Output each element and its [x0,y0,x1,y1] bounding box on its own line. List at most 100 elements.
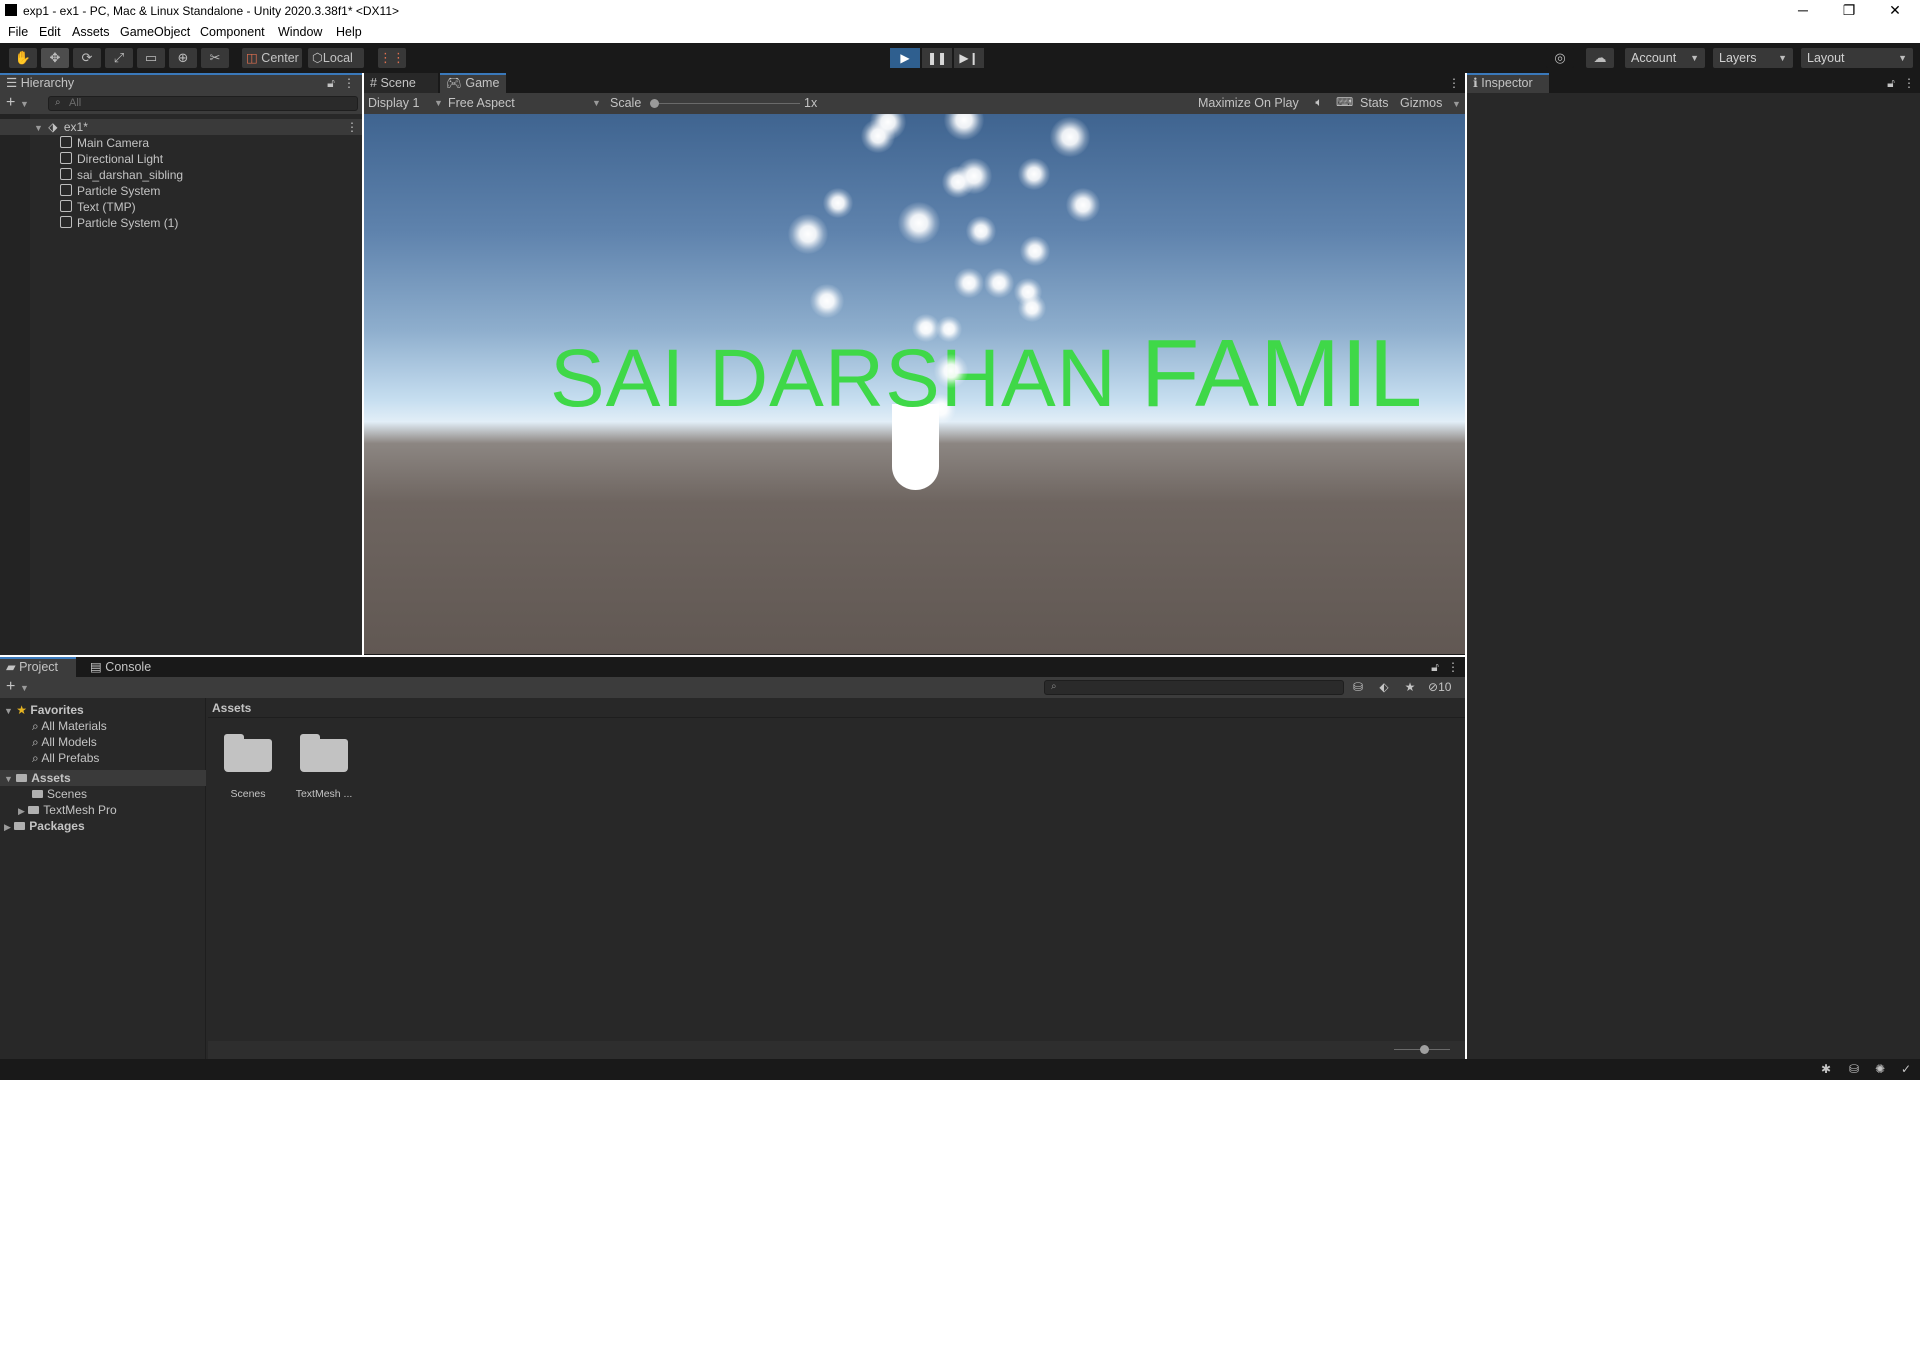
list-item[interactable]: ⌕ All Materials [32,718,107,734]
list-item[interactable]: ⌕ All Models [32,734,97,750]
chevron-down-icon[interactable]: ▼ [20,99,29,109]
particle [788,214,828,254]
menu-window[interactable]: Window [278,25,322,39]
tab-game[interactable]: 🎮︎ Game [440,73,506,93]
cache-server-icon[interactable]: ⛁ [1846,1062,1862,1076]
expand-triangle-icon[interactable]: ▼ [4,774,13,784]
list-item[interactable]: Directional Light [60,151,163,167]
particle [898,202,940,244]
tab-console[interactable]: ▤ Console [84,657,164,677]
favorite-star-icon[interactable]: ★ [1402,680,1418,694]
chevron-down-icon[interactable]: ▼ [1452,99,1461,109]
lock-icon[interactable]: 🔓︎ [1428,660,1442,675]
list-item[interactable]: Text (TMP) [60,199,136,215]
menu-gameobject[interactable]: GameObject [120,25,190,39]
gizmos-toggle[interactable]: Gizmos [1400,95,1442,112]
particle [1018,294,1046,322]
unity-scene-icon: ⬗ [48,120,58,134]
keyboard-icon[interactable]: ⌨ [1336,95,1353,109]
layout-dropdown[interactable]: Layout ▼ [1801,48,1913,68]
list-item[interactable]: ⌕ All Prefabs [32,750,99,766]
hierarchy-search-input[interactable]: ⌕ All [48,96,358,111]
rotate-tool-icon[interactable]: ⟳ [73,48,101,68]
chevron-down-icon[interactable]: ▼ [20,683,29,693]
icon-size-slider-handle[interactable] [1420,1045,1429,1054]
transform-tool-icon[interactable]: ⊕ [169,48,197,68]
game-view-render[interactable]: SAI DARSHAN FAMIL [364,114,1465,654]
menu-assets[interactable]: Assets [72,25,110,39]
menu-file[interactable]: File [8,25,28,39]
auto-generate-lighting-icon[interactable]: ✺ [1872,1062,1888,1076]
list-item[interactable]: sai_darshan_sibling [60,167,183,183]
particle [1020,236,1050,266]
grid-icon: # [370,76,377,90]
list-item[interactable]: Main Camera [60,135,149,151]
maximize-on-play-toggle[interactable]: Maximize On Play [1198,95,1299,112]
account-label: Account [1631,51,1677,65]
expand-triangle-icon[interactable]: ▼ [4,706,13,716]
expand-triangle-icon[interactable]: ▶ [18,806,25,816]
kebab-menu-icon[interactable]: ⋮ [346,119,358,135]
favorites-row[interactable]: ▼ ★ Favorites [4,702,84,718]
pivot-center-toggle[interactable]: ◫ Center [242,48,302,68]
menu-bar: File Edit Assets GameObject Component Wi… [0,22,1920,43]
restore-button[interactable]: ❐ [1826,0,1872,22]
scene-row[interactable]: ▼ ⬗ ex1* ⋮ [0,119,362,135]
play-button[interactable]: ▶ [890,48,920,68]
menu-edit[interactable]: Edit [39,25,61,39]
kebab-menu-icon[interactable]: ⋮ [1902,76,1916,90]
tab-scene[interactable]: # Scene [364,73,438,93]
filter-by-type-icon[interactable]: ⛁ [1350,680,1366,694]
hidden-packages-toggle[interactable]: ⊘10 [1428,680,1451,694]
hierarchy-tab-label: Hierarchy [20,76,75,90]
stats-toggle[interactable]: Stats [1360,95,1389,112]
grid-snap-icon[interactable]: ⋮⋮ [378,48,406,68]
kebab-menu-icon[interactable]: ⋮ [1448,76,1460,90]
custom-tool-icon[interactable]: ✂ [201,48,229,68]
tab-inspector[interactable]: ℹ Inspector [1467,73,1549,93]
list-item[interactable]: ▶ TextMesh Pro [18,802,117,818]
lock-icon[interactable]: 🔓︎ [1884,76,1898,91]
pause-button[interactable]: ❚❚ [922,48,952,68]
aspect-label: Free Aspect [448,96,515,110]
scale-slider-handle[interactable] [650,99,659,108]
menu-help[interactable]: Help [336,25,362,39]
collab-icon[interactable]: ◎ [1546,48,1574,68]
expand-triangle-icon[interactable]: ▼ [34,123,43,133]
project-search-input[interactable]: ⌕ [1044,680,1344,695]
progress-check-icon[interactable]: ✓ [1898,1062,1914,1076]
game-toolbar: Display 1 ▼ Free Aspect ▼ Scale 1x Maxim… [364,93,1465,114]
assets-row[interactable]: ▼ Assets [0,770,206,786]
list-item[interactable]: Particle System [60,183,160,199]
display-dropdown[interactable]: Display 1 ▼ [368,95,444,112]
scale-tool-icon[interactable]: ⤢ [105,48,133,68]
aspect-dropdown[interactable]: Free Aspect ▼ [448,95,602,112]
list-item[interactable]: Particle System (1) [60,215,178,231]
rect-tool-icon[interactable]: ▭ [137,48,165,68]
step-button[interactable]: ▶❙ [954,48,984,68]
hand-tool-icon[interactable]: ✋ [9,48,37,68]
packages-row[interactable]: ▶ Packages [4,818,85,834]
kebab-menu-icon[interactable]: ⋮ [1446,660,1460,674]
pivot-space-toggle[interactable]: ⬡Local [308,48,364,68]
tab-hierarchy[interactable]: ☰ Hierarchy [0,73,362,93]
cloud-icon[interactable]: ☁ [1586,48,1614,68]
move-tool-icon[interactable]: ✥ [41,48,69,68]
expand-triangle-icon[interactable]: ▶ [4,822,11,832]
create-button[interactable]: + [6,94,15,112]
breadcrumb-assets[interactable]: Assets [212,701,251,715]
mute-audio-icon[interactable]: 🔈︎ [1312,95,1326,110]
minimize-button[interactable]: ─ [1780,0,1826,22]
filter-by-label-icon[interactable]: ⬖ [1376,680,1392,694]
layers-dropdown[interactable]: Layers ▼ [1713,48,1793,68]
lock-icon[interactable]: 🔓︎ [324,76,338,91]
debug-icon[interactable]: ✱ [1818,1062,1834,1076]
create-asset-button[interactable]: + [6,678,15,696]
menu-component[interactable]: Component [200,25,265,39]
list-item[interactable]: Scenes [32,786,87,802]
scale-slider-track[interactable] [654,103,800,104]
tab-project[interactable]: ▰ Project [0,657,76,677]
close-window-button[interactable]: ✕ [1872,0,1918,22]
account-dropdown[interactable]: Account ▼ [1625,48,1705,68]
kebab-menu-icon[interactable]: ⋮ [342,76,356,90]
